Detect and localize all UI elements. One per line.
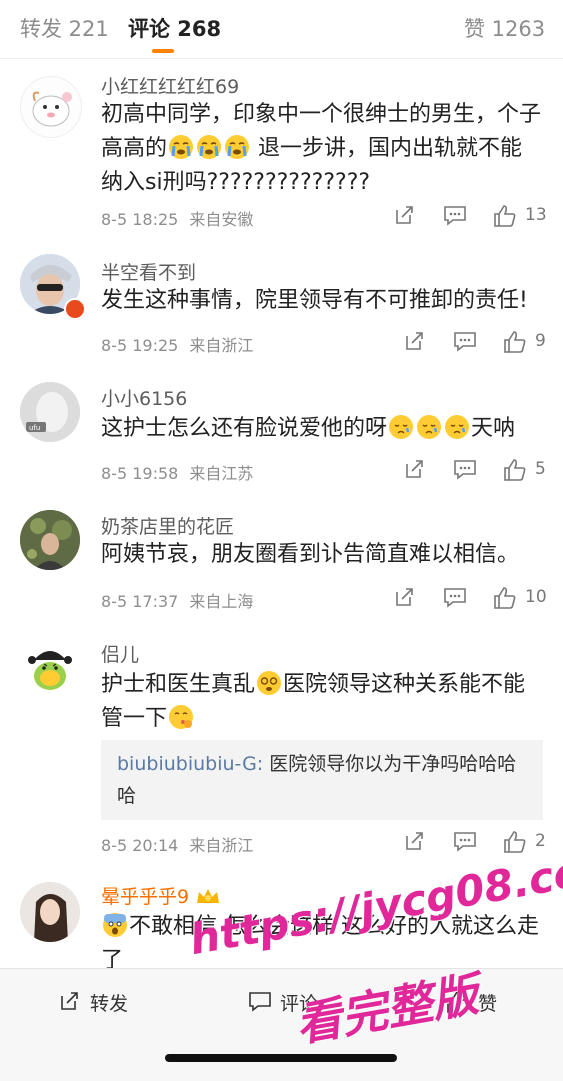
repost-icon xyxy=(61,992,78,1010)
share-icon[interactable] xyxy=(393,586,415,610)
dizzy-emoji-icon xyxy=(257,671,282,695)
thumbs-up-icon xyxy=(494,205,516,227)
like-button[interactable]: 5 xyxy=(503,458,546,482)
comment-actions: 10 xyxy=(393,586,547,610)
comment-location: 来自安徽 xyxy=(189,210,254,229)
comment-text-part: 天呐 xyxy=(471,416,516,441)
like-count: 13 xyxy=(525,205,547,225)
tab-repost[interactable]: 转发 221 xyxy=(20,13,109,43)
comment-text: 初高中同学，印象中一个很绅士的男生，个子高高的 退一步讲，国内出轨就不能纳入si… xyxy=(101,98,541,200)
comment-username[interactable]: 奶茶店里的花匠 xyxy=(101,512,234,539)
scared-emoji-icon xyxy=(103,913,127,937)
comment-time: 8-5 19:25 xyxy=(101,336,179,355)
comment-time: 8-5 20:14 xyxy=(101,836,179,855)
comment-meta: 8-5 20:14 来自浙江 xyxy=(101,832,253,856)
reply-username[interactable]: biubiubiubiu-G: xyxy=(117,753,263,775)
avatar[interactable] xyxy=(20,510,80,570)
like-count: 9 xyxy=(535,331,546,351)
like-button[interactable]: 10 xyxy=(493,586,547,610)
comment-item: 小红红红红红69 初高中同学，印象中一个很绅士的男生，个子高高的 退一步讲，国内… xyxy=(0,58,563,238)
comment-location: 来自上海 xyxy=(189,592,254,611)
comment-text: 护士和医生真乱 医院领导这种关系能不能管一下 xyxy=(101,668,541,736)
share-icon[interactable] xyxy=(393,204,415,228)
sad-emoji-icon xyxy=(417,415,442,439)
comment-time: 8-5 17:37 xyxy=(101,592,179,611)
avatar[interactable] xyxy=(20,638,80,698)
crown-badge-icon xyxy=(197,889,220,903)
comment-icon[interactable] xyxy=(453,458,477,482)
comment-location: 来自江苏 xyxy=(189,464,254,483)
comment-username[interactable]: 晕乎乎乎9 xyxy=(101,882,221,909)
reply-box[interactable]: biubiubiubiu-G: 医院领导你以为干净吗哈哈哈哈 xyxy=(101,740,543,820)
comment-location: 来自浙江 xyxy=(189,836,254,855)
svg-text:ufu: ufu xyxy=(29,424,40,432)
comment-username[interactable]: 小红红红红红69 xyxy=(101,72,239,99)
share-icon[interactable] xyxy=(403,330,425,354)
tab-active-indicator xyxy=(152,49,174,53)
comment-item: 侣儿 护士和医生真乱 医院领导这种关系能不能管一下 biubiubiubiu-G:… xyxy=(0,622,563,868)
avatar[interactable] xyxy=(20,76,82,138)
comment-icon[interactable] xyxy=(453,330,477,354)
comment-text-part: 这护士怎么还有脸说爱他的呀 xyxy=(101,416,388,441)
username-text: 晕乎乎乎9 xyxy=(101,886,190,908)
share-icon[interactable] xyxy=(403,458,425,482)
home-indicator xyxy=(165,1054,397,1062)
comment-meta: 8-5 18:25 来自安徽 xyxy=(101,206,253,230)
comment-actions: 13 xyxy=(393,204,547,228)
like-count: 2 xyxy=(535,831,546,851)
verified-badge-icon xyxy=(64,298,86,320)
crying-emoji-icon xyxy=(169,135,194,159)
comment-username[interactable]: 半空看不到 xyxy=(101,258,196,285)
comment-meta: 8-5 19:58 来自江苏 xyxy=(101,460,253,484)
comment-item: ufu 小小6156 这护士怎么还有脸说爱他的呀 天呐 8-5 19:58 来自江… xyxy=(0,366,563,494)
like-count: 10 xyxy=(525,587,547,607)
thumbs-up-icon xyxy=(504,831,526,853)
comment-username[interactable]: 侣儿 xyxy=(101,640,139,667)
tab-likes[interactable]: 赞 1263 xyxy=(464,13,545,43)
comment-actions: 5 xyxy=(403,458,546,482)
like-button[interactable]: 2 xyxy=(503,830,546,854)
tab-comments[interactable]: 评论 268 xyxy=(128,13,221,43)
comment-actions: 2 xyxy=(403,830,546,854)
like-button[interactable]: 13 xyxy=(493,204,547,228)
comment-username[interactable]: 小小6156 xyxy=(101,384,187,411)
comment-item: 奶茶店里的花匠 阿姨节哀，朋友圈看到讣告简直难以相信。 8-5 17:37 来自… xyxy=(0,494,563,622)
like-count: 5 xyxy=(535,459,546,479)
thumbs-up-icon xyxy=(504,459,526,481)
crying-emoji-icon xyxy=(197,135,222,159)
comment-item: 半空看不到 发生这种事情，院里领导有不可推卸的责任! 8-5 19:25 来自浙… xyxy=(0,238,563,366)
comment-actions: 9 xyxy=(403,330,546,354)
repost-label: 转发 xyxy=(90,993,129,1015)
comment-text-part: 护士和医生真乱 xyxy=(101,672,256,697)
avatar[interactable] xyxy=(20,882,80,942)
sad-emoji-icon xyxy=(389,415,414,439)
thumbs-up-icon xyxy=(494,587,516,609)
repost-button[interactable]: 转发 xyxy=(58,989,138,1015)
comment-meta: 8-5 17:37 来自上海 xyxy=(101,588,253,612)
comment-icon[interactable] xyxy=(453,830,477,854)
sad-emoji-icon xyxy=(445,415,470,439)
comment-text: 阿姨节哀，朋友圈看到讣告简直难以相信。 xyxy=(101,542,520,567)
comment-icon[interactable] xyxy=(443,586,467,610)
comment-text: 这护士怎么还有脸说爱他的呀 天呐 xyxy=(101,412,541,446)
like-button[interactable]: 9 xyxy=(503,330,546,354)
comment-icon xyxy=(249,992,271,1012)
comment-tabs: 转发 221 评论 268 赞 1263 xyxy=(0,0,563,59)
comment-meta: 8-5 19:25 来自浙江 xyxy=(101,332,253,356)
comment-time: 8-5 18:25 xyxy=(101,210,179,229)
crying-emoji-icon xyxy=(225,135,250,159)
reply-text: biubiubiubiu-G: 医院领导你以为干净吗哈哈哈哈 xyxy=(117,748,527,812)
kiss-emoji-icon xyxy=(169,705,194,729)
thumbs-up-icon xyxy=(504,331,526,353)
comment-text: 发生这种事情，院里领导有不可推卸的责任! xyxy=(101,288,528,313)
avatar[interactable]: ufu xyxy=(20,382,80,442)
share-icon[interactable] xyxy=(403,830,425,854)
comment-location: 来自浙江 xyxy=(189,336,254,355)
bottom-action-bar: 转发 评论 赞 xyxy=(0,968,563,1081)
comment-time: 8-5 19:58 xyxy=(101,464,179,483)
comment-icon[interactable] xyxy=(443,204,467,228)
